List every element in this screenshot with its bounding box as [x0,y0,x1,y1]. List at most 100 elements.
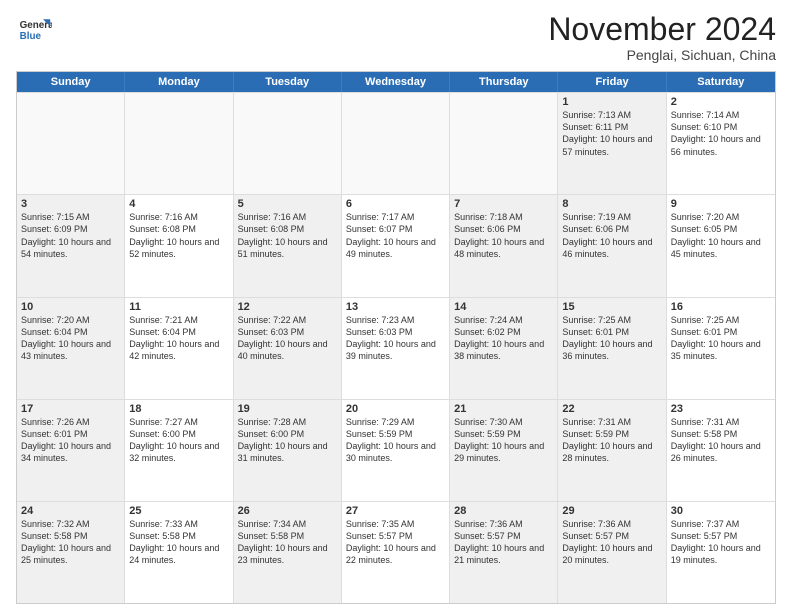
day-info: Sunrise: 7:34 AM Sunset: 5:58 PM Dayligh… [238,518,337,567]
calendar-cell-r4-c2: 26Sunrise: 7:34 AM Sunset: 5:58 PM Dayli… [234,502,342,603]
day-info: Sunrise: 7:14 AM Sunset: 6:10 PM Dayligh… [671,109,771,158]
calendar-cell-r4-c4: 28Sunrise: 7:36 AM Sunset: 5:57 PM Dayli… [450,502,558,603]
calendar-cell-r1-c4: 7Sunrise: 7:18 AM Sunset: 6:06 PM Daylig… [450,195,558,296]
day-number: 19 [238,403,337,415]
title-block: November 2024 Penglai, Sichuan, China [548,12,776,63]
day-info: Sunrise: 7:17 AM Sunset: 6:07 PM Dayligh… [346,211,445,260]
calendar-cell-r2-c6: 16Sunrise: 7:25 AM Sunset: 6:01 PM Dayli… [667,298,775,399]
calendar-cell-r0-c0 [17,93,125,194]
calendar-cell-r3-c6: 23Sunrise: 7:31 AM Sunset: 5:58 PM Dayli… [667,400,775,501]
day-number: 6 [346,198,445,210]
day-info: Sunrise: 7:32 AM Sunset: 5:58 PM Dayligh… [21,518,120,567]
calendar-cell-r3-c1: 18Sunrise: 7:27 AM Sunset: 6:00 PM Dayli… [125,400,233,501]
day-info: Sunrise: 7:16 AM Sunset: 6:08 PM Dayligh… [129,211,228,260]
day-info: Sunrise: 7:24 AM Sunset: 6:02 PM Dayligh… [454,314,553,363]
calendar-cell-r1-c6: 9Sunrise: 7:20 AM Sunset: 6:05 PM Daylig… [667,195,775,296]
calendar-cell-r2-c0: 10Sunrise: 7:20 AM Sunset: 6:04 PM Dayli… [17,298,125,399]
calendar-cell-r0-c4 [450,93,558,194]
calendar-cell-r1-c5: 8Sunrise: 7:19 AM Sunset: 6:06 PM Daylig… [558,195,666,296]
day-number: 20 [346,403,445,415]
day-number: 12 [238,301,337,313]
calendar-cell-r4-c6: 30Sunrise: 7:37 AM Sunset: 5:57 PM Dayli… [667,502,775,603]
calendar-cell-r0-c3 [342,93,450,194]
day-info: Sunrise: 7:13 AM Sunset: 6:11 PM Dayligh… [562,109,661,158]
day-number: 2 [671,96,771,108]
weekday-header-friday: Friday [558,72,666,92]
weekday-header-wednesday: Wednesday [342,72,450,92]
calendar-cell-r0-c1 [125,93,233,194]
day-number: 7 [454,198,553,210]
calendar-cell-r4-c1: 25Sunrise: 7:33 AM Sunset: 5:58 PM Dayli… [125,502,233,603]
calendar-cell-r3-c2: 19Sunrise: 7:28 AM Sunset: 6:00 PM Dayli… [234,400,342,501]
day-number: 1 [562,96,661,108]
calendar-row-1: 3Sunrise: 7:15 AM Sunset: 6:09 PM Daylig… [17,194,775,296]
day-number: 5 [238,198,337,210]
calendar-cell-r3-c5: 22Sunrise: 7:31 AM Sunset: 5:59 PM Dayli… [558,400,666,501]
calendar-body: 1Sunrise: 7:13 AM Sunset: 6:11 PM Daylig… [17,92,775,603]
calendar-cell-r4-c5: 29Sunrise: 7:36 AM Sunset: 5:57 PM Dayli… [558,502,666,603]
day-info: Sunrise: 7:21 AM Sunset: 6:04 PM Dayligh… [129,314,228,363]
weekday-header-sunday: Sunday [17,72,125,92]
calendar-cell-r2-c3: 13Sunrise: 7:23 AM Sunset: 6:03 PM Dayli… [342,298,450,399]
day-info: Sunrise: 7:25 AM Sunset: 6:01 PM Dayligh… [562,314,661,363]
day-number: 29 [562,505,661,517]
day-number: 13 [346,301,445,313]
calendar-cell-r2-c1: 11Sunrise: 7:21 AM Sunset: 6:04 PM Dayli… [125,298,233,399]
day-number: 24 [21,505,120,517]
day-info: Sunrise: 7:22 AM Sunset: 6:03 PM Dayligh… [238,314,337,363]
day-number: 10 [21,301,120,313]
day-info: Sunrise: 7:20 AM Sunset: 6:04 PM Dayligh… [21,314,120,363]
calendar-cell-r4-c3: 27Sunrise: 7:35 AM Sunset: 5:57 PM Dayli… [342,502,450,603]
weekday-header-tuesday: Tuesday [234,72,342,92]
month-title: November 2024 [548,12,776,47]
calendar-cell-r2-c5: 15Sunrise: 7:25 AM Sunset: 6:01 PM Dayli… [558,298,666,399]
calendar-row-3: 17Sunrise: 7:26 AM Sunset: 6:01 PM Dayli… [17,399,775,501]
day-info: Sunrise: 7:26 AM Sunset: 6:01 PM Dayligh… [21,416,120,465]
calendar-cell-r3-c4: 21Sunrise: 7:30 AM Sunset: 5:59 PM Dayli… [450,400,558,501]
day-info: Sunrise: 7:31 AM Sunset: 5:59 PM Dayligh… [562,416,661,465]
calendar-cell-r3-c0: 17Sunrise: 7:26 AM Sunset: 6:01 PM Dayli… [17,400,125,501]
day-number: 18 [129,403,228,415]
day-number: 26 [238,505,337,517]
day-info: Sunrise: 7:36 AM Sunset: 5:57 PM Dayligh… [562,518,661,567]
day-info: Sunrise: 7:16 AM Sunset: 6:08 PM Dayligh… [238,211,337,260]
calendar-cell-r0-c5: 1Sunrise: 7:13 AM Sunset: 6:11 PM Daylig… [558,93,666,194]
weekday-header-monday: Monday [125,72,233,92]
day-info: Sunrise: 7:36 AM Sunset: 5:57 PM Dayligh… [454,518,553,567]
day-info: Sunrise: 7:30 AM Sunset: 5:59 PM Dayligh… [454,416,553,465]
calendar: SundayMondayTuesdayWednesdayThursdayFrid… [16,71,776,604]
calendar-cell-r1-c1: 4Sunrise: 7:16 AM Sunset: 6:08 PM Daylig… [125,195,233,296]
calendar-header: SundayMondayTuesdayWednesdayThursdayFrid… [17,72,775,92]
day-number: 8 [562,198,661,210]
calendar-cell-r1-c2: 5Sunrise: 7:16 AM Sunset: 6:08 PM Daylig… [234,195,342,296]
weekday-header-thursday: Thursday [450,72,558,92]
calendar-row-0: 1Sunrise: 7:13 AM Sunset: 6:11 PM Daylig… [17,92,775,194]
day-number: 3 [21,198,120,210]
day-number: 14 [454,301,553,313]
day-info: Sunrise: 7:23 AM Sunset: 6:03 PM Dayligh… [346,314,445,363]
day-number: 4 [129,198,228,210]
day-info: Sunrise: 7:35 AM Sunset: 5:57 PM Dayligh… [346,518,445,567]
day-number: 30 [671,505,771,517]
day-info: Sunrise: 7:18 AM Sunset: 6:06 PM Dayligh… [454,211,553,260]
calendar-row-2: 10Sunrise: 7:20 AM Sunset: 6:04 PM Dayli… [17,297,775,399]
day-info: Sunrise: 7:28 AM Sunset: 6:00 PM Dayligh… [238,416,337,465]
calendar-cell-r1-c0: 3Sunrise: 7:15 AM Sunset: 6:09 PM Daylig… [17,195,125,296]
calendar-cell-r3-c3: 20Sunrise: 7:29 AM Sunset: 5:59 PM Dayli… [342,400,450,501]
day-info: Sunrise: 7:31 AM Sunset: 5:58 PM Dayligh… [671,416,771,465]
day-number: 28 [454,505,553,517]
day-number: 23 [671,403,771,415]
day-number: 15 [562,301,661,313]
day-info: Sunrise: 7:15 AM Sunset: 6:09 PM Dayligh… [21,211,120,260]
day-number: 17 [21,403,120,415]
svg-text:Blue: Blue [20,31,42,42]
day-info: Sunrise: 7:19 AM Sunset: 6:06 PM Dayligh… [562,211,661,260]
calendar-cell-r2-c2: 12Sunrise: 7:22 AM Sunset: 6:03 PM Dayli… [234,298,342,399]
calendar-cell-r0-c2 [234,93,342,194]
day-info: Sunrise: 7:29 AM Sunset: 5:59 PM Dayligh… [346,416,445,465]
calendar-cell-r1-c3: 6Sunrise: 7:17 AM Sunset: 6:07 PM Daylig… [342,195,450,296]
logo: General Blue [16,12,52,48]
day-number: 16 [671,301,771,313]
calendar-cell-r2-c4: 14Sunrise: 7:24 AM Sunset: 6:02 PM Dayli… [450,298,558,399]
logo-icon: General Blue [16,12,52,48]
